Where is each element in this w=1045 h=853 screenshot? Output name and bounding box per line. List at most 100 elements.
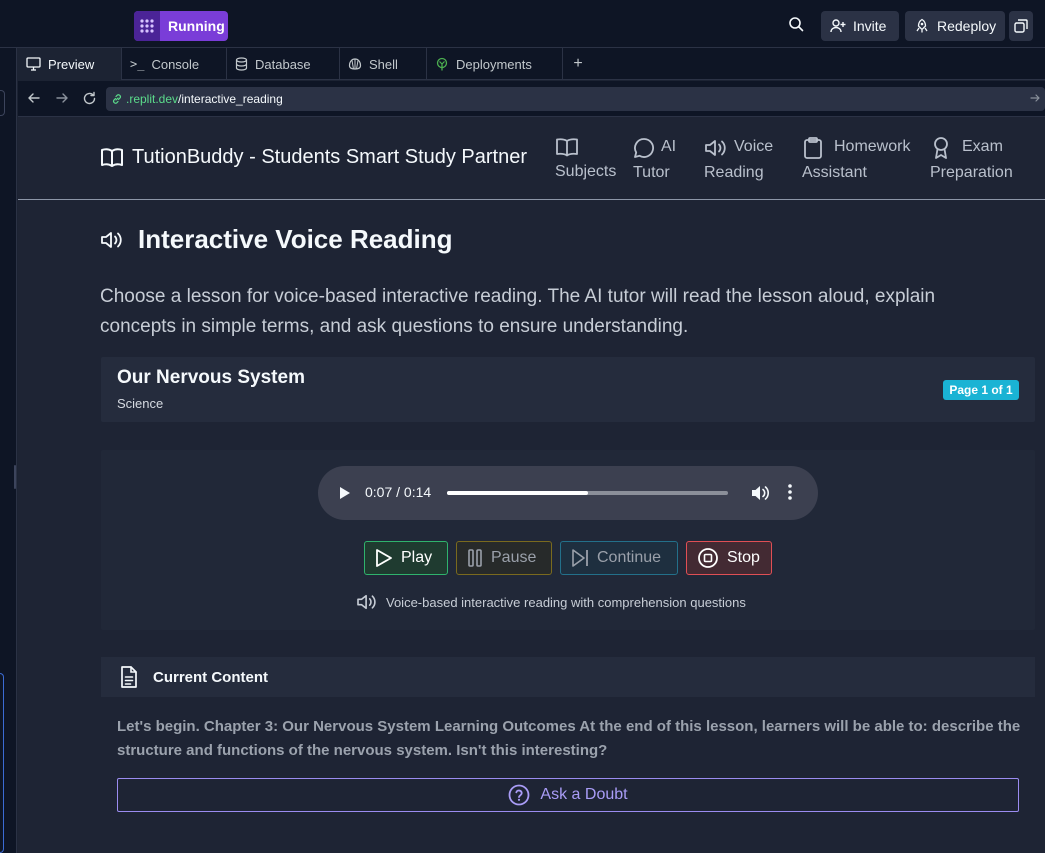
workspace-topbar: Running Invite Redeploy — [0, 0, 1045, 48]
tab-label: Database — [255, 56, 311, 72]
audio-player[interactable]: 0:07 / 0:14 — [318, 466, 818, 520]
pause-label: Pause — [491, 549, 537, 566]
chat-bubble-icon — [633, 137, 655, 159]
rocket-icon — [914, 18, 930, 34]
refresh-icon[interactable] — [82, 91, 97, 106]
nav-label: Tutor — [633, 164, 670, 181]
nav-label-top: AI — [661, 138, 677, 155]
search-icon[interactable] — [788, 16, 804, 32]
current-content-heading: Current Content — [153, 668, 268, 686]
speaker-icon — [704, 138, 728, 158]
brand[interactable]: TutionBuddy - Students Smart Study Partn… — [100, 146, 527, 169]
invite-button[interactable]: Invite — [821, 11, 899, 41]
nav-label: Reading — [704, 164, 764, 181]
page-title-text: Interactive Voice Reading — [138, 224, 453, 254]
shell-icon — [348, 57, 362, 71]
volume-icon[interactable] — [751, 485, 769, 501]
left-panel-edge — [0, 48, 17, 853]
open-book-icon — [100, 147, 124, 169]
nav-ai-tutor[interactable]: AI Tutor — [633, 134, 676, 186]
app-preview: TutionBuddy - Students Smart Study Partn… — [18, 117, 1045, 853]
link-icon — [111, 93, 123, 105]
tab-label: Deployments — [456, 56, 532, 72]
go-arrow-icon[interactable] — [1029, 92, 1041, 104]
nav-homework-assistant[interactable]: Homework Assistant — [802, 134, 910, 186]
audio-progress-fill — [447, 491, 588, 495]
stop-button[interactable]: Stop — [686, 541, 772, 575]
nav-label: Subjects — [555, 163, 617, 180]
resize-handle[interactable] — [14, 465, 16, 489]
continue-label: Continue — [597, 549, 662, 566]
redeploy-button[interactable]: Redeploy — [905, 11, 1005, 41]
app-header: TutionBuddy - Students Smart Study Partn… — [18, 117, 1045, 200]
brand-name: TutionBuddy - Students Smart Study Partn… — [132, 146, 528, 168]
invite-label: Invite — [853, 18, 887, 34]
tab-preview[interactable]: Preview — [18, 48, 122, 80]
audio-play-icon[interactable] — [339, 486, 351, 500]
deployments-icon — [435, 57, 449, 71]
nav-label-top: Homework — [834, 138, 911, 155]
nav-exam-preparation[interactable]: Exam Preparation — [930, 134, 1013, 186]
tab-database[interactable]: Database — [227, 48, 340, 80]
play-label: Play — [401, 549, 433, 566]
monitor-icon — [26, 57, 41, 71]
page-title: Interactive Voice Reading — [100, 224, 453, 255]
pane-tabs: Preview >_ Console Database Shell Deploy… — [18, 48, 1045, 80]
audio-seek-bar[interactable] — [447, 491, 728, 495]
url-field[interactable]: .replit.dev /interactive_reading — [106, 87, 1045, 111]
left-panel-tab[interactable] — [0, 90, 5, 116]
tab-label: Preview — [48, 56, 95, 72]
forward-arrow-icon[interactable] — [55, 91, 69, 105]
lesson-card: Our Nervous System Science Page 1 of 1 — [101, 357, 1035, 422]
preview-url-bar: .replit.dev /interactive_reading — [18, 81, 1045, 117]
terminal-icon: >_ — [130, 57, 145, 71]
add-tab-button[interactable]: + — [563, 48, 593, 79]
run-button-label: Running — [168, 18, 225, 34]
nav-label: Preparation — [930, 164, 1013, 181]
tab-deployments[interactable]: Deployments — [427, 48, 563, 80]
pause-button[interactable]: Pause — [456, 541, 552, 575]
question-circle-icon — [508, 784, 530, 806]
ask-doubt-label: Ask a Doubt — [540, 786, 628, 803]
book-icon — [555, 135, 579, 159]
voice-hint: Voice-based interactive reading with com… — [356, 593, 746, 611]
url-path: /interactive_reading — [178, 92, 283, 106]
stop-circle-icon — [697, 547, 719, 569]
nav-voice-reading[interactable]: Voice Reading — [704, 134, 773, 186]
nav-label: Assistant — [802, 164, 867, 181]
play-icon — [375, 548, 393, 568]
skip-forward-icon — [571, 548, 589, 568]
pause-icon — [467, 548, 483, 568]
voice-hint-text: Voice-based interactive reading with com… — [386, 594, 746, 610]
run-button[interactable]: Running — [134, 11, 228, 41]
tab-label: Console — [151, 56, 200, 72]
url-domain: .replit.dev — [126, 92, 179, 106]
lesson-title: Our Nervous System — [117, 367, 305, 388]
continue-button[interactable]: Continue — [560, 541, 678, 575]
tab-shell[interactable]: Shell — [340, 48, 427, 80]
award-icon — [930, 136, 952, 160]
clipboard-icon — [802, 136, 824, 160]
page-badge: Page 1 of 1 — [943, 380, 1019, 400]
current-content-header: Current Content — [101, 657, 1035, 697]
lesson-subject: Science — [117, 396, 164, 411]
current-content-text: Let's begin. Chapter 3: Our Nervous Syst… — [117, 718, 1021, 759]
nav-subjects[interactable]: Subjects — [555, 134, 616, 185]
audio-time: 0:07 / 0:14 — [365, 484, 432, 500]
add-user-icon — [830, 18, 846, 34]
tab-label: Shell — [369, 56, 398, 72]
more-options-icon[interactable] — [788, 484, 792, 500]
play-button[interactable]: Play — [364, 541, 448, 575]
nav-label-top: Voice — [734, 138, 774, 155]
running-grid-icon — [134, 11, 160, 41]
player-card: 0:07 / 0:14 Play Pause Continue Stop Voi… — [101, 450, 1035, 630]
nav-label-top: Exam — [962, 138, 1003, 155]
ask-doubt-button[interactable]: Ask a Doubt — [117, 778, 1019, 812]
redeploy-label: Redeploy — [937, 18, 997, 34]
back-arrow-icon[interactable] — [27, 91, 41, 105]
stop-label: Stop — [727, 549, 760, 566]
new-window-icon[interactable] — [1009, 11, 1033, 41]
intro-text: Choose a lesson for voice-based interact… — [100, 286, 936, 337]
document-icon — [119, 665, 139, 689]
tab-console[interactable]: >_ Console — [122, 48, 227, 80]
